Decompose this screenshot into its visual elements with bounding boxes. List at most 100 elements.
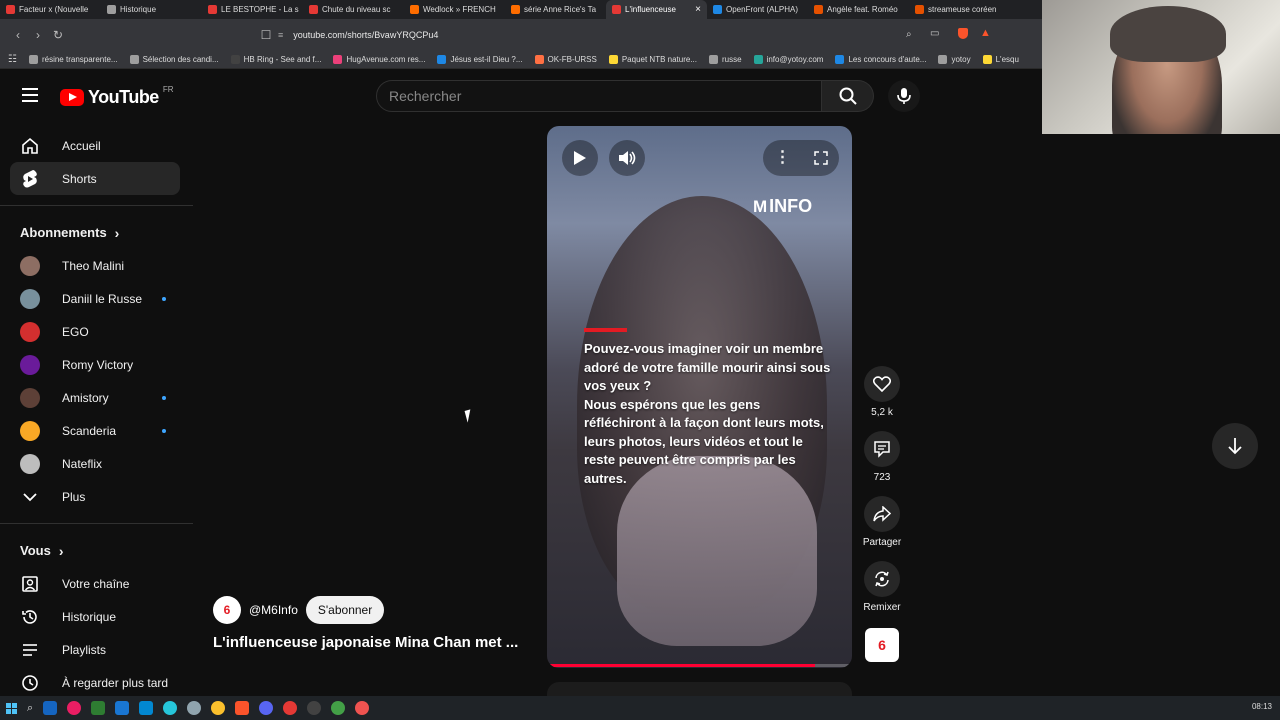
play-button[interactable]	[562, 140, 598, 176]
url-field[interactable]: ≡ youtube.com/shorts/BvawYRQCPu4	[278, 24, 998, 45]
sidebar-item-history[interactable]: Historique	[0, 600, 181, 633]
more-options-icon[interactable]: ⋮	[775, 150, 791, 166]
bookmark-label: Jésus est-il Dieu ?...	[450, 54, 523, 64]
search-taskbar-icon[interactable]: ⌕	[27, 702, 33, 715]
subscriptions-heading[interactable]: Abonnements ›	[0, 216, 193, 249]
outlook-icon[interactable]	[139, 701, 154, 715]
m6-info-logo-icon: 6	[878, 637, 886, 653]
sidebar-item-more[interactable]: Plus	[0, 480, 181, 513]
search-button[interactable]	[822, 80, 874, 112]
next-short-preview[interactable]	[547, 682, 852, 696]
bookmark-item[interactable]: Les concours d'aute...	[835, 54, 926, 64]
comments-button[interactable]	[864, 431, 900, 467]
bookmark-item[interactable]: L'esqu	[982, 54, 1019, 64]
bookmark-item[interactable]: HB Ring - See and f...	[230, 54, 321, 64]
video-options-group: ⋮	[763, 140, 839, 176]
bookmark-item[interactable]: Paquet NTB nature...	[608, 54, 697, 64]
channel-thumbnail[interactable]: 6	[865, 628, 899, 662]
sidebar-subscription-item[interactable]: Daniil le Russe	[0, 282, 181, 315]
zoom-icon[interactable]: ⌕	[906, 29, 912, 40]
close-tab-icon[interactable]: ×	[695, 4, 701, 15]
sidebar-subscription-item[interactable]: Scanderia	[0, 414, 181, 447]
sidebar-subscription-item[interactable]: Theo Malini	[0, 249, 181, 282]
brave-shield-icon[interactable]	[958, 28, 968, 39]
browser-tab[interactable]: Chute du niveau sc	[303, 0, 404, 19]
short-title[interactable]: L'influenceuse japonaise Mina Chan met .…	[213, 634, 518, 651]
browser-tab[interactable]: Angèle feat. Roméo	[808, 0, 909, 19]
bookmark-item[interactable]: résine transparente...	[28, 54, 118, 64]
edge-icon[interactable]	[163, 701, 178, 715]
bookmark-item[interactable]: HugAvenue.com res...	[333, 54, 425, 64]
browser-tab[interactable]: Facteur x (Nouvelle	[0, 0, 101, 19]
sidebar-subscription-item[interactable]: Romy Victory	[0, 348, 181, 381]
app-icon[interactable]	[187, 701, 202, 715]
volume-button[interactable]	[609, 140, 645, 176]
tab-favicon-icon	[208, 5, 217, 14]
app-icon[interactable]	[67, 701, 82, 715]
subscribe-button[interactable]: S'abonner	[305, 596, 385, 624]
bookmark-item[interactable]: Sélection des candi...	[129, 54, 219, 64]
sidebar-item-watch-later[interactable]: À regarder plus tard	[0, 666, 181, 696]
avatar	[20, 354, 40, 375]
sidebar-item-your-channel[interactable]: Votre chaîne	[0, 567, 181, 600]
browser-tab[interactable]: streameuse coréen	[909, 0, 1010, 19]
sidebar-subscription-item[interactable]: Amistory	[0, 381, 181, 414]
discord-icon[interactable]	[259, 701, 274, 715]
cast-icon[interactable]: ▭	[930, 28, 939, 39]
remix-button[interactable]	[864, 561, 900, 597]
app-icon[interactable]	[307, 701, 322, 715]
history-icon	[20, 607, 40, 627]
browser-tab[interactable]: LE BESTOPHE - La s	[202, 0, 303, 19]
chrome-icon[interactable]	[283, 701, 298, 715]
reload-icon[interactable]: ↻	[48, 28, 68, 42]
fullscreen-icon[interactable]	[813, 151, 828, 165]
sidebar-item-shorts[interactable]: Shorts	[10, 162, 180, 195]
bookmark-item[interactable]: OK-FB-URSS	[534, 54, 597, 64]
bookmark-item[interactable]: Jésus est-il Dieu ?...	[437, 54, 523, 64]
sidebar-item-playlists[interactable]: Playlists	[0, 633, 181, 666]
chrome-icon[interactable]	[355, 701, 370, 715]
browser-tab[interactable]: série Anne Rice's Ta	[505, 0, 606, 19]
sidebar-subscription-item[interactable]: Nateflix	[0, 447, 181, 480]
youtube-logo[interactable]: YouTube FR	[60, 85, 174, 108]
sidebar-item-label: Romy Victory	[62, 357, 134, 372]
like-button[interactable]	[864, 366, 900, 402]
short-video-player[interactable]: ⋮ M INFO Pouvez-vous imaginer voir un me…	[547, 126, 852, 668]
voice-search-button[interactable]	[888, 80, 920, 112]
you-heading[interactable]: Vous ›	[0, 534, 193, 567]
bookmark-icon[interactable]: ☐	[256, 28, 276, 42]
search-input[interactable]	[376, 80, 822, 112]
bookmark-item[interactable]: russe	[709, 54, 742, 64]
site-info-icon[interactable]: ≡	[278, 30, 283, 40]
browser-tab[interactable]: Wedlock » FRENCH	[404, 0, 505, 19]
channel-avatar[interactable]: 6	[213, 596, 241, 624]
sidebar-subscription-item[interactable]: EGO	[0, 315, 181, 348]
channel-handle[interactable]: @M6Info	[249, 603, 298, 617]
rewards-icon[interactable]: ▲	[980, 27, 991, 39]
bookmark-item[interactable]: info@yotoy.com	[753, 54, 823, 64]
chrome-icon[interactable]	[331, 701, 346, 715]
next-short-button[interactable]	[1212, 423, 1258, 469]
menu-icon[interactable]	[22, 88, 38, 102]
sidebar-item-home[interactable]: Accueil	[0, 129, 181, 162]
share-button[interactable]	[864, 496, 900, 532]
webcam-overlay	[1042, 0, 1280, 134]
windows-start-icon[interactable]	[6, 702, 17, 714]
taskbar-clock[interactable]: 08:13	[1252, 702, 1272, 711]
video-progress-bar[interactable]	[547, 664, 852, 667]
tab-label: L'influenceuse	[625, 5, 676, 14]
browser-tab[interactable]: L'influenceuse ×	[606, 0, 707, 19]
brave-icon[interactable]	[235, 701, 250, 715]
browser-tab[interactable]: Historique	[101, 0, 202, 19]
forward-icon[interactable]: ›	[28, 28, 48, 42]
browser-tab[interactable]: OpenFront (ALPHA)	[707, 0, 808, 19]
tab-favicon-icon	[309, 5, 318, 14]
app-icon[interactable]	[115, 701, 130, 715]
back-icon[interactable]: ‹	[8, 28, 28, 42]
chrome-icon[interactable]	[211, 701, 226, 715]
heart-icon	[873, 376, 891, 392]
apps-icon[interactable]: ☷	[8, 54, 17, 65]
outlook-icon[interactable]	[43, 701, 58, 715]
excel-icon[interactable]	[91, 701, 106, 715]
bookmark-item[interactable]: yotoy	[938, 54, 971, 64]
